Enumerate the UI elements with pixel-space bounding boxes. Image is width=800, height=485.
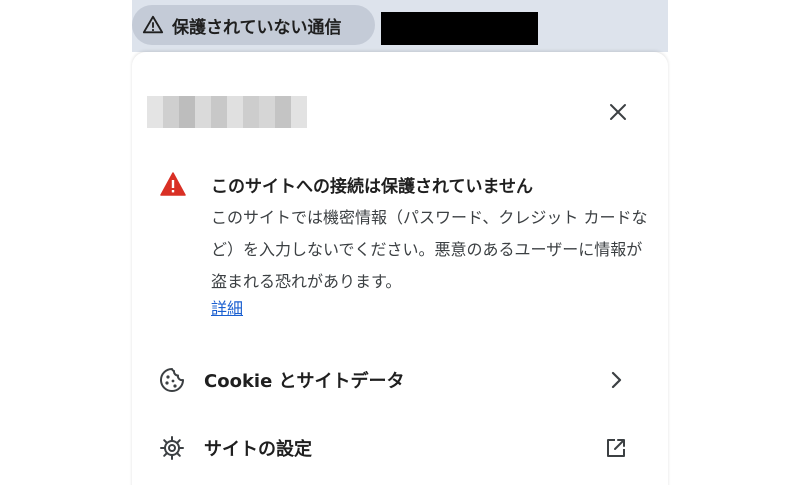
details-link[interactable]: 詳細 bbox=[211, 295, 243, 319]
cookie-and-site-data-row[interactable]: Cookie とサイトデータ bbox=[132, 352, 668, 408]
cookie-row-label: Cookie とサイトデータ bbox=[204, 371, 405, 392]
gear-icon bbox=[160, 436, 184, 460]
connection-warning-body: このサイトでは機密情報（パスワード、クレジット カードなど）を入力しないでくださ… bbox=[211, 208, 648, 291]
security-chip-label: 保護されていない通信 bbox=[172, 17, 342, 38]
site-settings-row[interactable]: サイトの設定 bbox=[132, 420, 668, 476]
warning-outline-icon bbox=[142, 15, 164, 34]
open-in-new-icon bbox=[607, 439, 625, 457]
site-name-redacted bbox=[147, 96, 307, 128]
connection-warning-title: このサイトへの接続は保護されていません bbox=[211, 177, 533, 197]
warning-filled-icon bbox=[160, 172, 186, 196]
security-status-chip[interactable]: 保護されていない通信 bbox=[132, 5, 375, 45]
chevron-right-icon bbox=[611, 371, 622, 389]
site-settings-label: サイトの設定 bbox=[204, 439, 312, 460]
cookie-icon bbox=[160, 368, 184, 392]
close-icon[interactable] bbox=[606, 100, 630, 124]
redacted-url bbox=[381, 12, 538, 45]
site-info-popup: このサイトへの接続は保護されていません このサイトでは機密情報（パスワード、クレ… bbox=[132, 52, 668, 485]
